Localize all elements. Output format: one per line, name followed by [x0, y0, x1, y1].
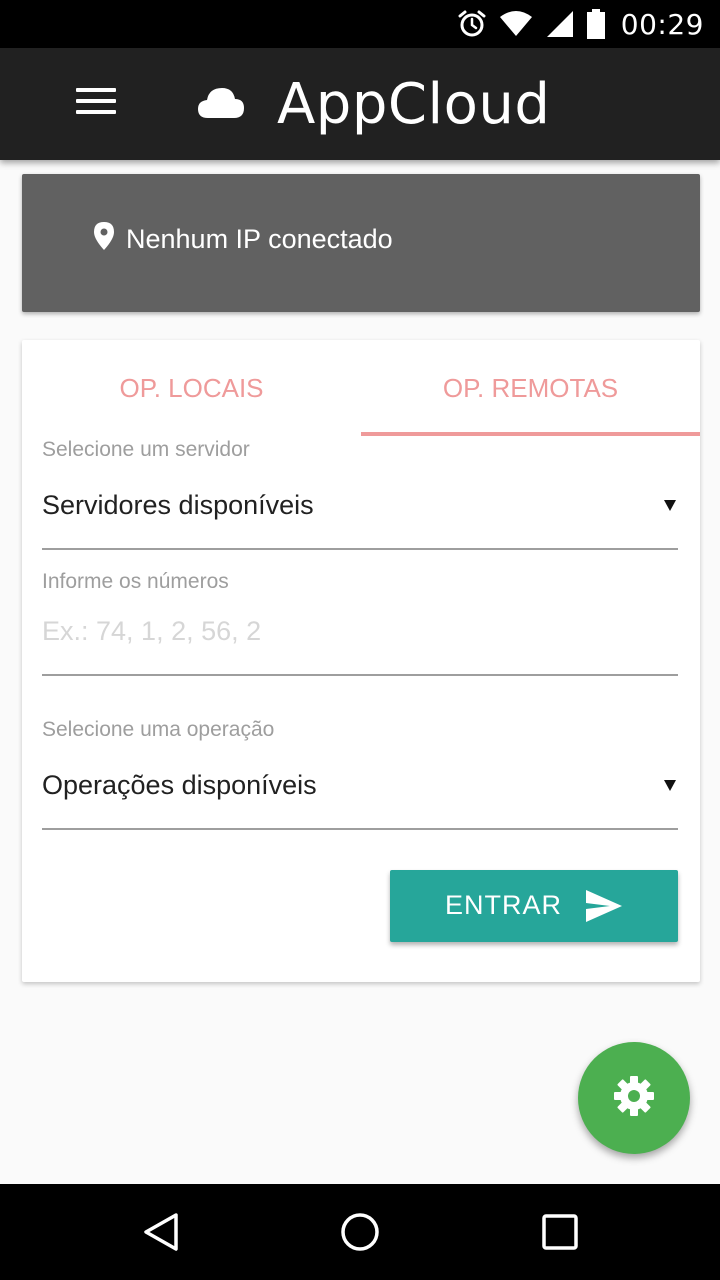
operations-card: OP. LOCAIS OP. REMOTAS Selecione um serv…: [22, 340, 700, 982]
location-pin-icon: [94, 222, 114, 255]
tab-bar: OP. LOCAIS OP. REMOTAS: [22, 340, 700, 436]
signal-icon: [545, 9, 575, 39]
numbers-input[interactable]: [42, 606, 678, 656]
numbers-label: Informe os números: [42, 570, 229, 593]
tab-op-remotas[interactable]: OP. REMOTAS: [361, 340, 700, 436]
ip-status-card: Nenhum IP conectado: [22, 174, 700, 312]
cloud-icon: [196, 84, 246, 125]
home-icon[interactable]: [340, 1212, 380, 1257]
operation-label: Selecione uma operação: [42, 718, 275, 741]
back-icon[interactable]: [142, 1212, 180, 1257]
alarm-icon: [457, 9, 487, 39]
app-bar: AppCloud: [0, 48, 720, 160]
numbers-input-underline: [42, 674, 678, 676]
system-nav-bar: [0, 1184, 720, 1280]
server-select[interactable]: Servidores disponíveis: [42, 482, 678, 538]
operation-select[interactable]: Operações disponíveis: [42, 762, 678, 818]
recents-icon[interactable]: [542, 1212, 578, 1257]
server-select-underline: [42, 548, 678, 550]
status-time: 00:29: [620, 7, 704, 41]
dropdown-arrow-icon: [664, 500, 676, 511]
operation-select-value: Operações disponíveis: [42, 770, 317, 800]
server-label: Selecione um servidor: [42, 438, 250, 461]
ip-status-text: Nenhum IP conectado: [126, 224, 393, 254]
tab-indicator: [361, 432, 700, 436]
gear-icon: [613, 1075, 655, 1122]
screen: 00:29 AppCloud Nenhum IP conectado OP. L…: [0, 0, 720, 1280]
settings-fab[interactable]: [578, 1042, 690, 1154]
operation-select-underline: [42, 828, 678, 830]
enter-button[interactable]: ENTRAR: [390, 870, 678, 942]
app-title: AppCloud: [277, 72, 551, 137]
enter-button-label: ENTRAR: [445, 890, 563, 920]
server-select-value: Servidores disponíveis: [42, 490, 314, 520]
send-icon: [586, 890, 622, 927]
wifi-icon: [499, 10, 533, 38]
dropdown-arrow-icon: [664, 780, 676, 791]
hamburger-menu-icon[interactable]: [76, 88, 116, 120]
status-bar: 00:29: [0, 0, 720, 48]
tab-op-locais[interactable]: OP. LOCAIS: [22, 340, 361, 436]
battery-icon: [586, 9, 605, 39]
